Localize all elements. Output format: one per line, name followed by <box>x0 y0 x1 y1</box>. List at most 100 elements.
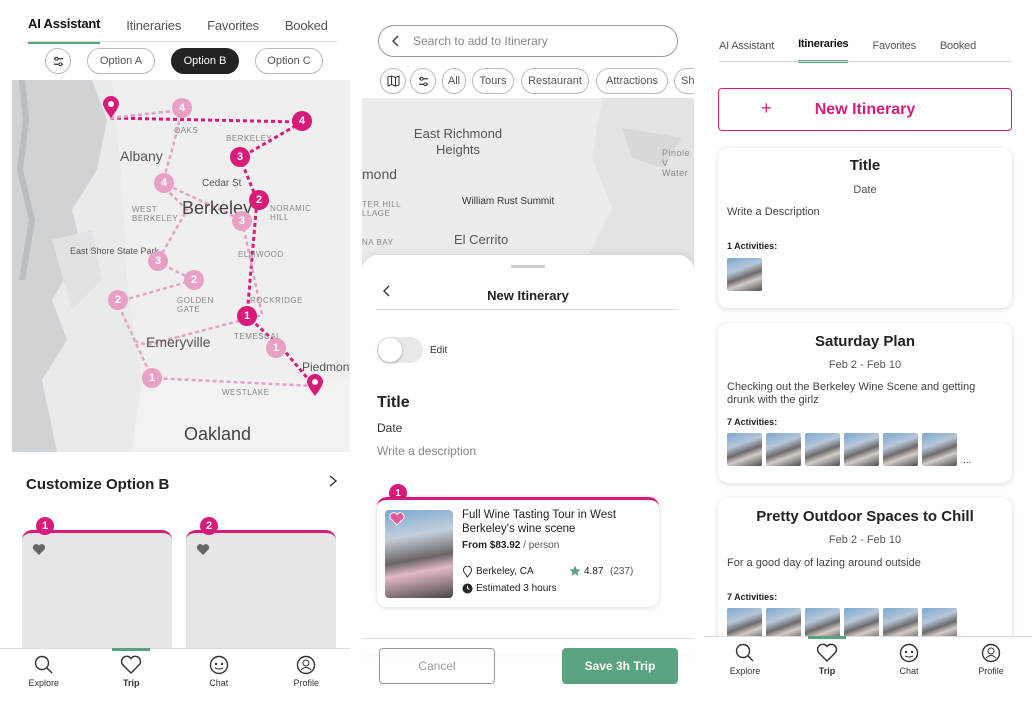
map-label-el-cerrito: El Cerrito <box>454 232 509 247</box>
sheet-handle[interactable] <box>511 265 545 268</box>
alt-marker-1[interactable]: 1 <box>266 338 286 358</box>
nav-chat-label: Chat <box>209 678 229 688</box>
description-field[interactable]: Write a description <box>377 444 476 458</box>
tab-ai-assistant[interactable]: AI Assistant <box>719 40 774 62</box>
activity-thumbnail <box>922 433 957 466</box>
tab-booked[interactable]: Booked <box>940 40 976 62</box>
map-label-cedar: Cedar St <box>202 178 242 189</box>
map-view-button[interactable] <box>380 68 406 94</box>
alt-marker-2[interactable]: 2 <box>184 270 204 290</box>
heart-icon <box>121 655 142 674</box>
map-label-piedmont: Piedmont <box>302 360 350 374</box>
activity-thumbnails: ... <box>727 433 971 466</box>
map-label-albany: Albany <box>120 148 163 164</box>
back-chevron-icon[interactable] <box>391 35 399 47</box>
nav-trip[interactable]: Trip <box>802 636 852 676</box>
itinerary-title-field[interactable]: Title <box>377 394 410 412</box>
activity-card[interactable]: Full Wine Tasting Tour in West Berkeley'… <box>377 497 659 607</box>
map-label-elmwood: ELMWOOD <box>238 250 284 259</box>
tab-divider <box>28 41 338 42</box>
itinerary-sheet: New Itinerary Edit Title Date Write a de… <box>362 255 694 655</box>
card-number-2: 2 <box>200 517 218 535</box>
alt-marker-4b[interactable]: 4 <box>154 173 174 193</box>
itineraries-screen: AI Assistant Itineraries Favorites Booke… <box>704 0 1032 706</box>
price-prefix: From <box>462 540 490 551</box>
sliders-icon <box>53 56 63 66</box>
bottom-nav: Explore Trip Chat Profile <box>704 636 1032 706</box>
heart-filled-icon[interactable] <box>389 512 405 526</box>
save-trip-button[interactable]: Save 3h Trip <box>562 648 678 684</box>
route-marker-4[interactable]: 4 <box>292 111 312 131</box>
location-icon <box>463 566 472 578</box>
tab-favorites[interactable]: Favorites <box>872 40 916 62</box>
edit-toggle[interactable] <box>377 337 423 363</box>
filter-button[interactable] <box>45 48 71 74</box>
route-marker-2[interactable]: 2 <box>249 190 269 210</box>
alt-marker-2b[interactable]: 2 <box>108 290 128 310</box>
option-card-1[interactable] <box>22 530 172 660</box>
more-activities: ... <box>963 455 972 466</box>
heart-icon[interactable] <box>32 543 46 556</box>
itinerary-description: Checking out the Berkeley Wine Scene and… <box>727 381 976 406</box>
itinerary-card[interactable]: Title Date Write a Description 1 Activit… <box>718 148 1012 308</box>
nav-explore[interactable]: Explore <box>19 655 69 688</box>
tab-itineraries[interactable]: Itineraries <box>798 38 849 63</box>
option-b-chip[interactable]: Option B <box>171 48 239 74</box>
price-value: $83.92 <box>489 540 521 551</box>
alt-marker-1b[interactable]: 1 <box>142 368 162 388</box>
map-icon <box>387 75 399 87</box>
nav-trip-label: Trip <box>818 666 836 676</box>
map-background <box>12 80 350 452</box>
alt-marker-3[interactable]: 3 <box>232 211 252 231</box>
heart-icon[interactable] <box>196 543 210 556</box>
filter-restaurant[interactable]: Restaurant <box>521 68 589 94</box>
chevron-right-icon[interactable] <box>328 474 338 488</box>
filter-shopping[interactable]: Sh <box>674 68 694 94</box>
alt-marker-4[interactable]: 4 <box>172 98 192 118</box>
itinerary-date-field[interactable]: Date <box>377 421 402 435</box>
cancel-button[interactable]: Cancel <box>379 648 495 684</box>
route-map[interactable]: OAKS BERKELEY Albany Cedar St WEST BERKE… <box>12 80 350 452</box>
end-pin-icon[interactable] <box>307 374 323 396</box>
route-marker-1[interactable]: 1 <box>237 306 257 326</box>
option-card-2[interactable] <box>186 530 336 660</box>
search-input[interactable]: Search to add to Itinerary <box>413 34 548 48</box>
filter-all[interactable]: All <box>442 68 466 94</box>
nav-explore[interactable]: Explore <box>720 643 770 676</box>
search-bar[interactable]: Search to add to Itinerary <box>378 25 678 57</box>
tab-itineraries[interactable]: Itineraries <box>126 18 181 43</box>
filter-attractions[interactable]: Attractions <box>596 68 668 94</box>
profile-icon <box>981 643 1001 663</box>
footer-divider <box>362 638 694 639</box>
map-label-golden-gate: GOLDEN GATE <box>177 296 214 314</box>
activity-reviews: (237) <box>610 566 634 577</box>
map-label-ter-hill: TER HILL LLAGE <box>362 200 401 218</box>
nav-trip[interactable]: Trip <box>106 648 156 688</box>
edit-label: Edit <box>430 345 448 356</box>
itinerary-date: Feb 2 - Feb 10 <box>828 534 902 546</box>
tab-booked[interactable]: Booked <box>285 18 328 43</box>
new-itinerary-button[interactable]: + New Itinerary <box>718 88 1012 131</box>
card-number-1: 1 <box>36 517 54 535</box>
filter-button[interactable] <box>410 68 436 94</box>
nav-profile[interactable]: Profile <box>966 643 1016 676</box>
tab-favorites[interactable]: Favorites <box>207 18 259 43</box>
activity-thumbnail <box>766 433 801 466</box>
nav-profile[interactable]: Profile <box>281 655 331 688</box>
sheet-title: New Itinerary <box>487 288 569 303</box>
alt-marker-3b[interactable]: 3 <box>148 251 168 271</box>
route-marker-3[interactable]: 3 <box>230 147 250 167</box>
option-c-chip[interactable]: Option C <box>255 48 323 74</box>
clock-icon <box>462 583 473 594</box>
customize-title: Customize Option B <box>26 476 170 493</box>
itinerary-card[interactable]: Pretty Outdoor Spaces to Chill Feb 2 - F… <box>718 498 1012 658</box>
nav-chat[interactable]: Chat <box>884 643 934 676</box>
tab-ai-assistant[interactable]: AI Assistant <box>28 16 100 44</box>
filter-tours[interactable]: Tours <box>472 68 514 94</box>
nav-chat[interactable]: Chat <box>194 655 244 688</box>
start-pin-icon[interactable] <box>103 96 119 118</box>
search-map[interactable]: East Richmond Heights mond Pinole V Wate… <box>362 98 694 268</box>
itinerary-description: Write a Description <box>727 206 820 218</box>
option-a-chip[interactable]: Option A <box>87 48 155 74</box>
itinerary-card[interactable]: Saturday Plan Feb 2 - Feb 10 Checking ou… <box>718 323 1012 483</box>
